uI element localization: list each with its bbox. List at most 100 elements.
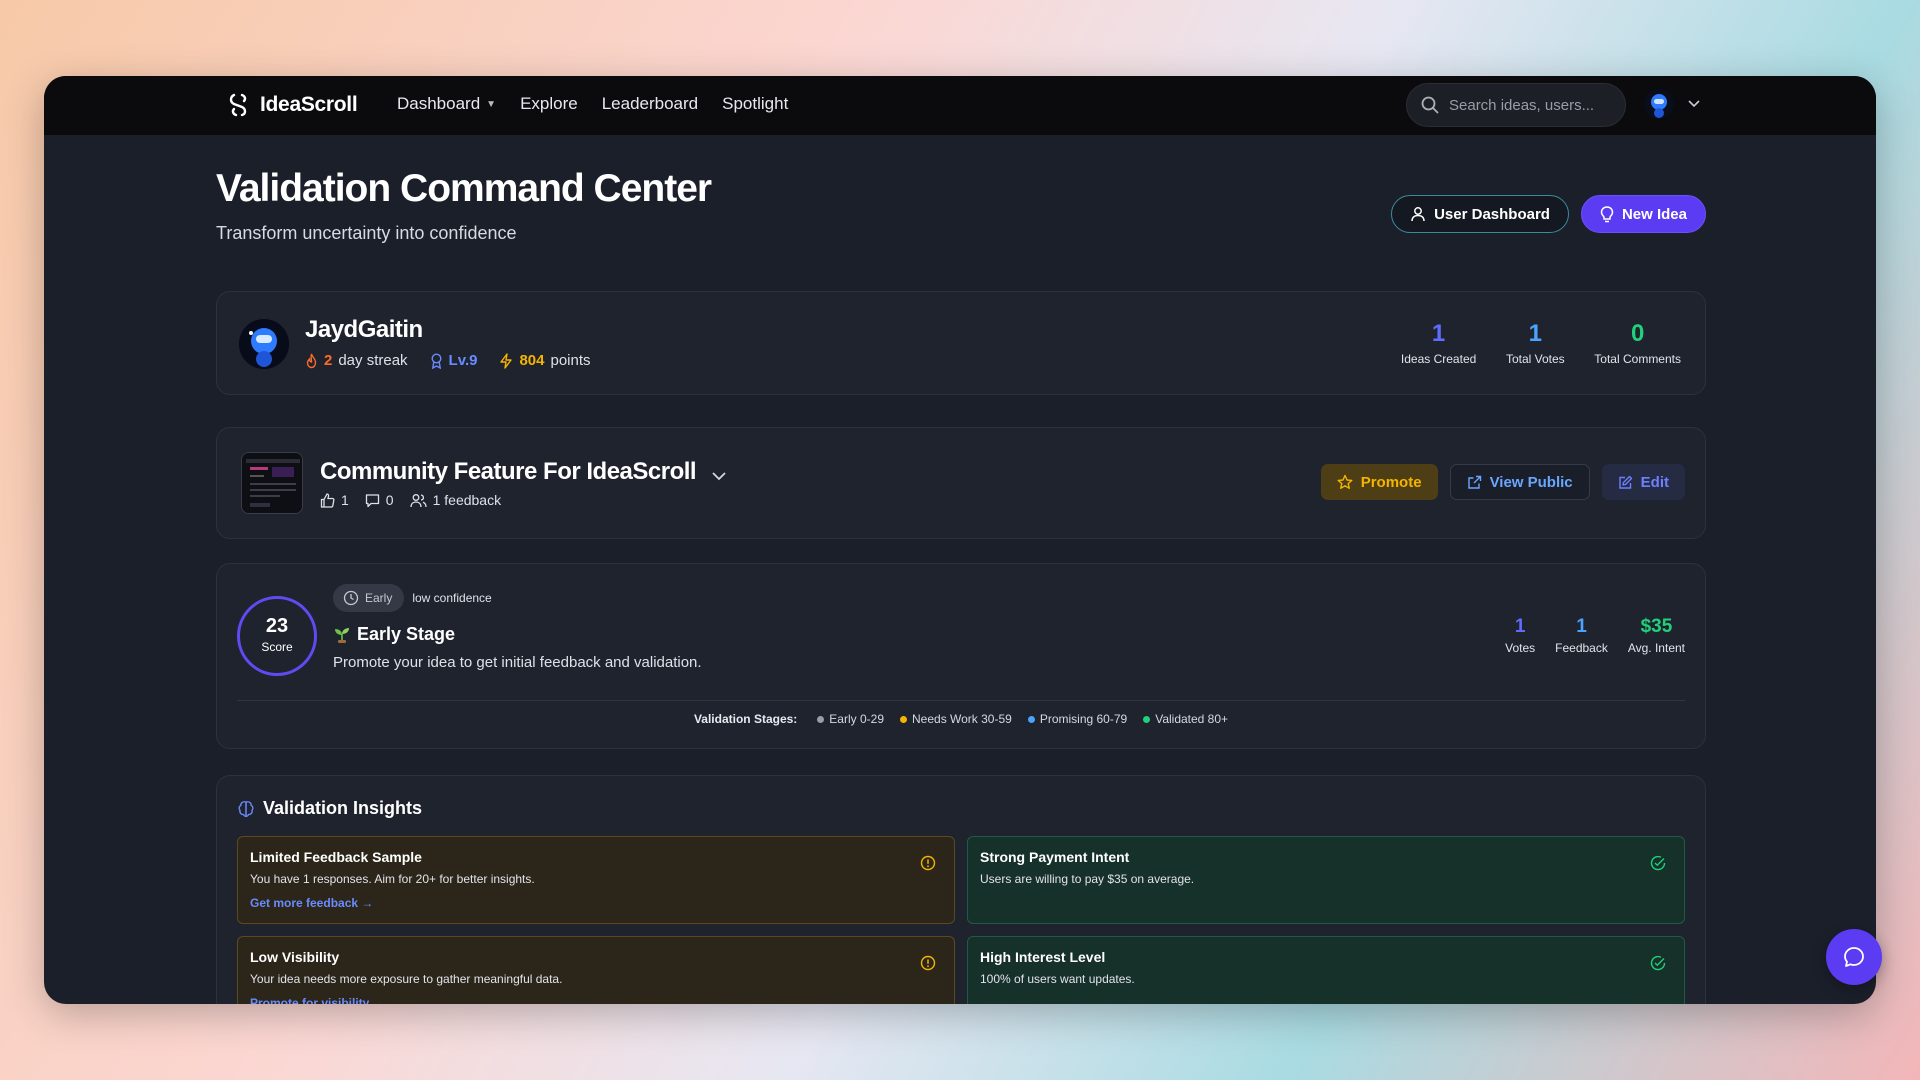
alert-circle-icon <box>920 855 936 871</box>
level: Lv.9 <box>430 352 477 369</box>
stage-tags: Early low confidence <box>333 584 492 612</box>
legend-item-needs-work: Needs Work 30-59 <box>900 712 1012 726</box>
nav-dashboard-label: Dashboard <box>397 94 481 113</box>
idea-title-text: Community Feature For IdeaScroll <box>320 458 697 485</box>
profile-meta: 2 day streak Lv.9 804 points <box>305 352 591 369</box>
seedling-icon <box>335 627 349 643</box>
view-public-button[interactable]: View Public <box>1449 464 1590 500</box>
idea-thumbnail-image <box>242 453 302 513</box>
avatar <box>1644 89 1674 119</box>
score-stat-votes: 1 Votes <box>1505 616 1535 655</box>
promote-for-visibility-link[interactable]: Promote for visibility → <box>250 996 942 1004</box>
legend-dot <box>1027 715 1035 723</box>
stat-label: Avg. Intent <box>1627 641 1685 655</box>
insight-text: You have 1 responses. Aim for 20+ for be… <box>250 872 535 886</box>
idea-title: Community Feature For IdeaScroll <box>320 458 726 486</box>
profile-name: JaydGaitin <box>305 316 423 343</box>
profile-avatar <box>239 319 289 369</box>
nav-explore[interactable]: Explore <box>520 94 578 114</box>
stat-value: 1 <box>1576 616 1587 637</box>
stat-value: 0 <box>1630 320 1645 347</box>
score-value: 23 <box>265 615 289 637</box>
score-stat-avg-intent: $35 Avg. Intent <box>1628 616 1685 655</box>
legend-item-validated: Validated 80+ <box>1143 712 1228 726</box>
stat-value: 1 <box>1431 320 1446 347</box>
insight-title: Low Visibility <box>250 949 340 965</box>
legend-label: Needs Work 30-59 <box>912 712 1012 726</box>
streak-label: day streak <box>338 352 408 369</box>
search-input[interactable] <box>1449 96 1599 114</box>
comments-count: 0 <box>385 492 394 508</box>
insight-strong-payment-intent: Strong Payment Intent Users are willing … <box>967 836 1685 924</box>
nav-spotlight[interactable]: Spotlight <box>722 94 788 114</box>
nav-dashboard[interactable]: Dashboard ▼ <box>397 94 496 114</box>
chevron-down-icon[interactable] <box>712 471 726 481</box>
brand-name: IdeaScroll <box>260 93 358 116</box>
stat-label: Feedback <box>1555 641 1608 655</box>
insight-high-interest: High Interest Level 100% of users want u… <box>967 936 1685 1004</box>
comment-icon <box>365 493 379 507</box>
alert-circle-icon <box>920 955 936 971</box>
stage-tag-label: Early <box>365 591 393 605</box>
legend-label: Promising 60-79 <box>1039 712 1128 726</box>
idea-actions: Promote View Public Edit <box>1320 464 1685 500</box>
idea-comments: 0 <box>365 492 394 508</box>
stage-description: Promote your idea to get initial feedbac… <box>333 654 702 671</box>
legend-item-early: Early 0-29 <box>817 712 884 726</box>
user-dashboard-label: User Dashboard <box>1434 205 1550 223</box>
points-value: 804 <box>519 352 545 369</box>
new-idea-button[interactable]: New Idea <box>1580 195 1706 233</box>
idea-meta: 1 0 1 feedback <box>320 492 501 508</box>
insights-card: Validation Insights Limited Feedback Sam… <box>216 775 1706 1004</box>
idea-thumbnail[interactable] <box>241 452 303 514</box>
legend-label: Early 0-29 <box>829 712 884 726</box>
page-header: Validation Command Center Transform unce… <box>216 135 1706 291</box>
app-window: IdeaScroll Dashboard ▼ Explore Leaderboa… <box>44 76 1876 1004</box>
get-more-feedback-link[interactable]: Get more feedback → <box>250 896 942 910</box>
search-box[interactable] <box>1406 83 1626 127</box>
confidence-label: low confidence <box>412 591 492 605</box>
edit-button[interactable]: Edit <box>1601 464 1685 500</box>
insight-low-visibility: Low Visibility Your idea needs more expo… <box>237 936 955 1004</box>
lightning-icon <box>500 352 513 369</box>
legend-dot <box>900 715 907 723</box>
promote-button[interactable]: Promote <box>1320 464 1438 500</box>
idea-card: Community Feature For IdeaScroll 1 0 1 f… <box>216 427 1706 539</box>
stat-total-votes: 1 Total Votes <box>1500 320 1570 366</box>
likes-count: 1 <box>341 492 349 508</box>
stat-value: 1 <box>1514 616 1526 637</box>
user-menu[interactable] <box>1644 89 1700 119</box>
external-link-icon <box>1467 475 1481 489</box>
score-ring: 23 Score <box>237 596 317 676</box>
header-actions: User Dashboard New Idea <box>1391 195 1706 233</box>
nav-links: Dashboard ▼ Explore Leaderboard Spotligh… <box>397 94 788 114</box>
legend-item-promising: Promising 60-79 <box>1027 712 1128 726</box>
profile-stats: 1 Ideas Created 1 Total Votes 0 Total Co… <box>1401 320 1681 366</box>
streak-value: 2 <box>324 352 333 369</box>
main-content: Validation Command Center Transform unce… <box>216 135 1706 1004</box>
insight-limited-feedback: Limited Feedback Sample You have 1 respo… <box>237 836 955 924</box>
chevron-down-icon: ▼ <box>486 98 497 110</box>
streak: 2 day streak <box>305 352 408 369</box>
stage-name-text: Early Stage <box>357 624 456 644</box>
top-nav: IdeaScroll Dashboard ▼ Explore Leaderboa… <box>44 76 1876 135</box>
insight-title: High Interest Level <box>980 949 1106 965</box>
brand[interactable]: IdeaScroll <box>228 92 358 118</box>
idea-likes: 1 <box>320 492 349 508</box>
thumbs-up-icon <box>320 492 335 508</box>
award-icon <box>431 352 442 369</box>
chat-button[interactable] <box>1826 929 1882 985</box>
legend-label: Validated 80+ <box>1155 712 1229 726</box>
insights-title: Validation Insights <box>263 798 423 818</box>
user-dashboard-button[interactable]: User Dashboard <box>1391 195 1569 233</box>
legend-title: Validation Stages: <box>693 712 798 726</box>
user-icon <box>1411 207 1425 222</box>
insights-header: Validation Insights <box>237 798 422 819</box>
stat-value: 1 <box>1528 320 1542 347</box>
stat-total-comments: 0 Total Comments <box>1594 320 1681 366</box>
nav-leaderboard[interactable]: Leaderboard <box>602 94 698 114</box>
idea-feedback: 1 feedback <box>409 492 501 508</box>
insight-text: Users are willing to pay $35 on average. <box>980 872 1195 886</box>
logo-icon <box>229 93 247 117</box>
edit-icon <box>1618 475 1632 489</box>
